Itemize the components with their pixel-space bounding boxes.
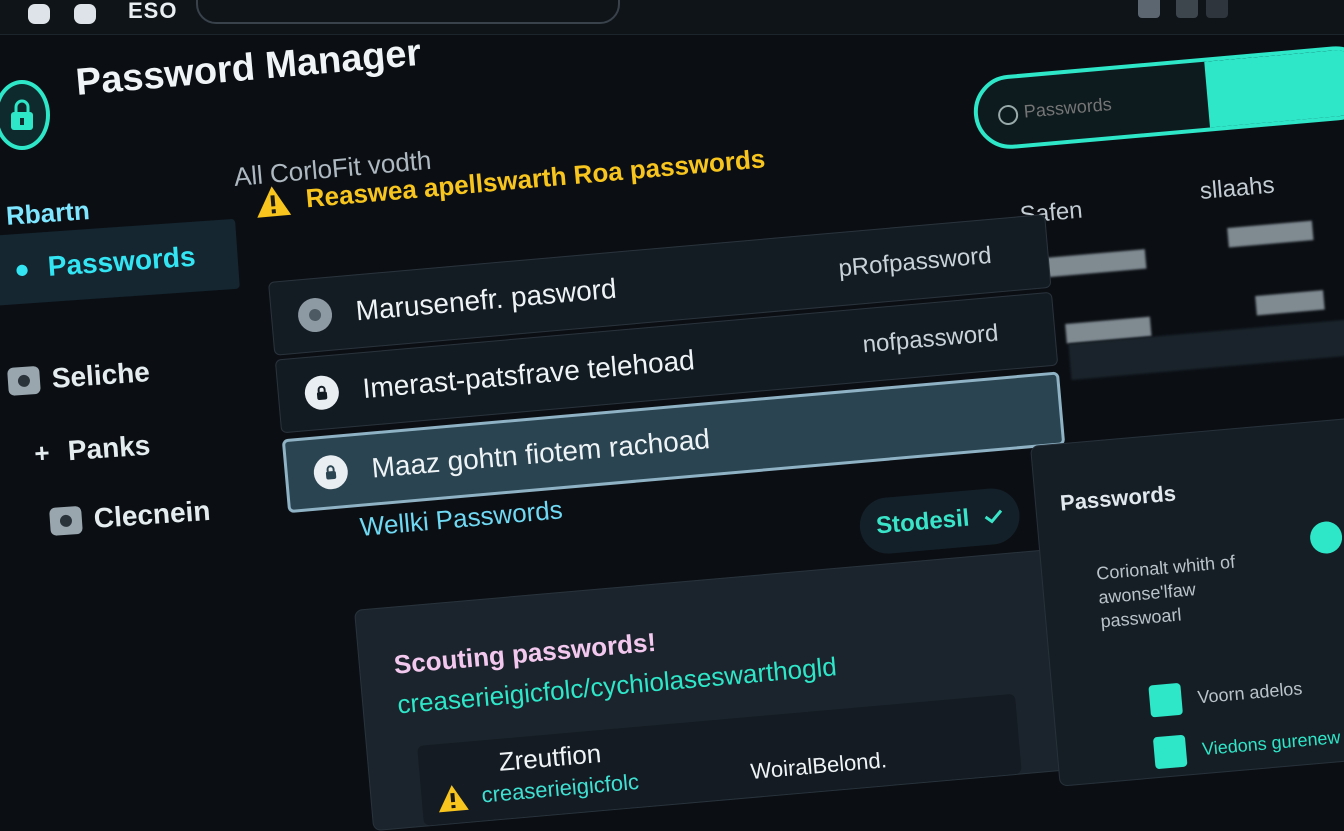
details-panel: Passwords Corionalt whith of awonse'lfaw… xyxy=(1030,417,1344,787)
card-inner-text: WoiralBelond. xyxy=(749,747,888,785)
sidebar-item-label: Seliche xyxy=(50,356,151,394)
option-icon xyxy=(1152,734,1188,770)
panel-option-label: Voorn adelos xyxy=(1196,677,1304,707)
card-inner-label: Zreutfion xyxy=(497,738,603,777)
sidebar: Rbartn ● Passwords Seliche + Panks Clecn… xyxy=(0,180,240,768)
plus-icon: + xyxy=(33,437,51,469)
window-control-icon[interactable] xyxy=(74,4,96,24)
panel-title: Passwords xyxy=(1059,480,1177,516)
warning-icon xyxy=(257,186,292,218)
sidebar-user-name[interactable]: Rbartn xyxy=(5,195,91,232)
toolbar-icon[interactable] xyxy=(1206,0,1228,18)
panel-option[interactable]: Voorn adelos xyxy=(1148,672,1304,718)
search-icon xyxy=(997,104,1019,126)
sidebar-item-passwords[interactable]: ● Passwords xyxy=(0,218,240,306)
sidebar-item-label: Clecnein xyxy=(92,494,212,534)
password-type: nofpassword xyxy=(861,319,1000,359)
camera-icon xyxy=(49,505,83,536)
panel-description: Corionalt whith of awonse'lfaw passwoarl xyxy=(1095,551,1236,632)
lock-icon xyxy=(0,80,50,150)
toggle-switch[interactable] xyxy=(1308,520,1344,555)
password-name: Imerast-patsfrave telehoad xyxy=(361,344,696,405)
scouting-card: Scouting passwords! creaserieigicfolc/cy… xyxy=(354,548,1073,831)
card-inner-item[interactable]: Zreutfion creaserieigicfolc WoiralBelond… xyxy=(417,693,1022,826)
shield-icon: ● xyxy=(13,252,31,284)
toolbar-icon[interactable] xyxy=(1138,0,1160,18)
lock-icon xyxy=(312,453,350,491)
warning-icon xyxy=(438,785,469,813)
sidebar-item-seliche[interactable]: Seliche xyxy=(7,356,151,398)
blurred-cell: ▆▆▆▆▆ xyxy=(1226,214,1314,247)
sidebar-item-panks[interactable]: + Panks xyxy=(27,429,151,469)
lock-icon xyxy=(303,374,341,412)
password-name: Maaz gohtn fiotem rachoad xyxy=(370,423,711,484)
password-list: Marusenefr. pasword pRofpassword Imerast… xyxy=(268,211,1096,521)
option-icon xyxy=(1148,682,1183,718)
camera-icon xyxy=(7,365,41,396)
column-header[interactable]: sllaahs xyxy=(1199,172,1276,206)
window-control-icon[interactable] xyxy=(28,4,50,24)
browser-topbar: ESO xyxy=(0,0,1344,35)
check-icon xyxy=(984,509,1002,524)
search-input[interactable] xyxy=(1020,79,1207,128)
panel-option-label: Viedons gurenew xyxy=(1201,726,1342,759)
search-box[interactable] xyxy=(970,43,1344,152)
password-name: Marusenefr. pasword xyxy=(354,272,618,327)
sidebar-item-label: Panks xyxy=(66,429,152,467)
toolbar-icon[interactable] xyxy=(1176,0,1198,18)
blurred-cell: ▆▆▆▆ xyxy=(1254,284,1325,315)
address-bar[interactable] xyxy=(196,0,620,24)
browser-label: ESO xyxy=(128,0,178,23)
sidebar-item-clecnein[interactable]: Clecnein xyxy=(49,495,212,538)
app-title: Password Manager xyxy=(74,31,423,104)
search-button[interactable] xyxy=(1204,46,1344,132)
password-type: pRofpassword xyxy=(837,241,993,283)
status-dropdown[interactable]: Stodesil xyxy=(857,486,1022,556)
status-label: Stodesil xyxy=(875,504,971,540)
panel-option[interactable]: Viedons gurenew xyxy=(1152,721,1342,770)
sidebar-item-label: Passwords xyxy=(46,240,197,282)
account-icon xyxy=(296,296,334,334)
